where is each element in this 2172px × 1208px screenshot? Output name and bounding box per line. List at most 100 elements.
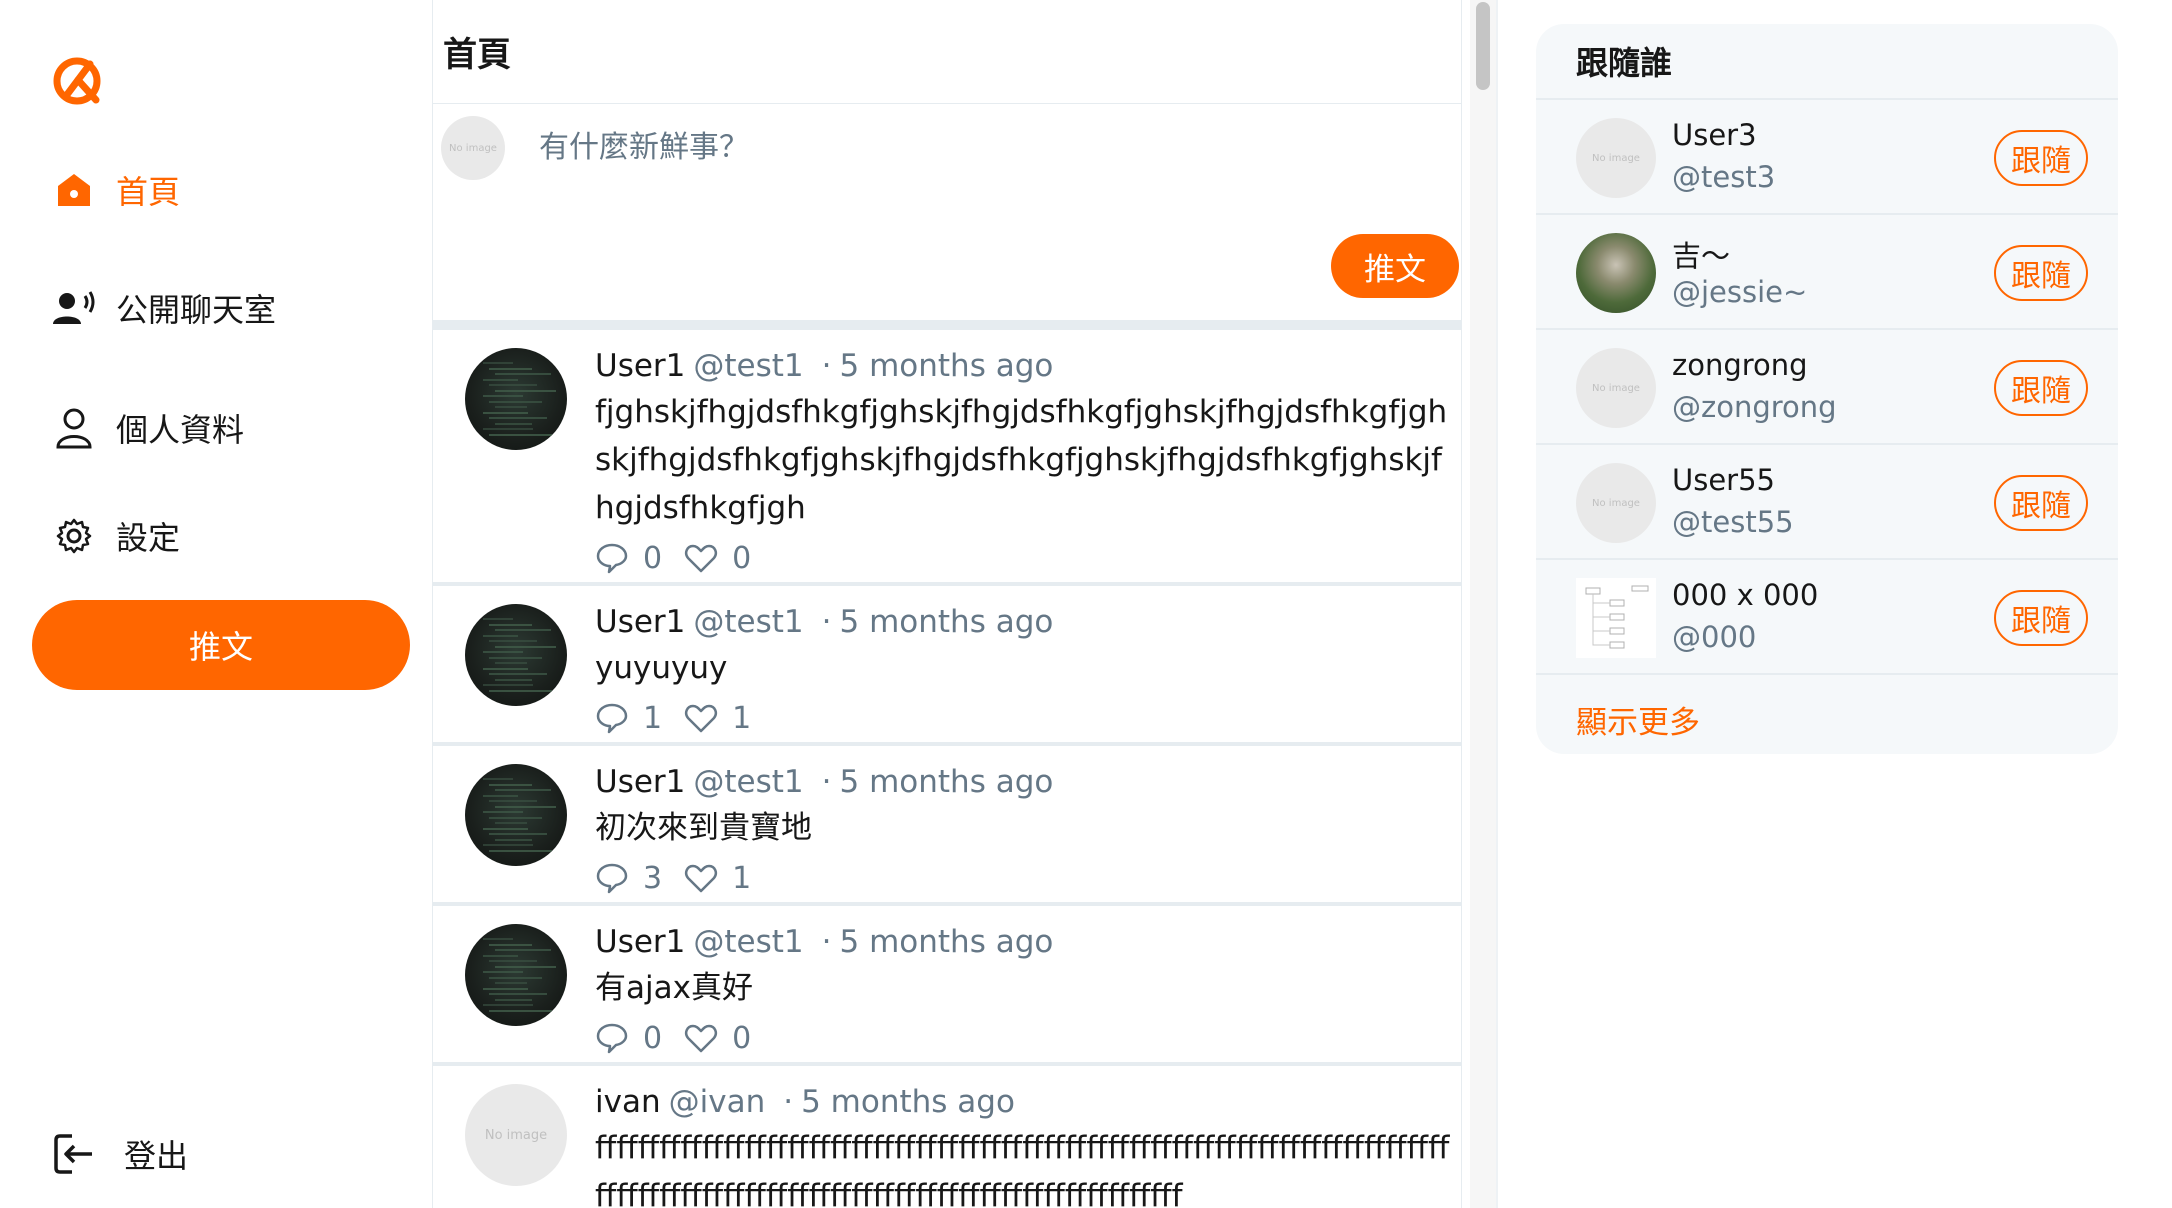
like-count: 0	[732, 1020, 752, 1056]
avatar-decoration	[483, 411, 528, 414]
tweet-item[interactable]: User1 @test1 · 5 months ago 有ajax真好 0 0	[433, 906, 1461, 1066]
follow-suggestion[interactable]: 吉～ @jessie~ 跟隨	[1536, 215, 2118, 330]
composer-input[interactable]	[539, 122, 1419, 172]
tweet-timestamp: 5 months ago	[839, 924, 1054, 960]
tweet-author-name[interactable]: User1	[595, 348, 685, 384]
suggestion-name[interactable]: 吉～	[1672, 233, 1730, 275]
logout-button[interactable]: 登出	[52, 1124, 188, 1184]
suggestion-name[interactable]: User3	[1672, 118, 1757, 152]
tweet-meta: User1 @test1 · 5 months ago	[595, 920, 1461, 964]
tweet-meta: User1 @test1 · 5 months ago	[595, 600, 1461, 644]
nav-item-public-chat[interactable]: 公開聊天室	[52, 278, 276, 338]
tweet-author-handle[interactable]: @test1	[693, 348, 803, 384]
like-button[interactable]: 0	[684, 1021, 751, 1056]
tweet-timestamp: 5 months ago	[839, 604, 1054, 640]
avatar-decoration	[495, 406, 527, 408]
suggestion-name[interactable]: zongrong	[1672, 348, 1808, 382]
page-title: 首頁	[443, 35, 511, 75]
tweet-item[interactable]: No image ivan @ivan · 5 months ago ffffffff…	[433, 1066, 1461, 1208]
main-header: 首頁	[433, 0, 1461, 104]
suggestion-avatar[interactable]	[1576, 578, 1656, 658]
avatar-decoration	[489, 816, 542, 819]
suggestion-avatar[interactable]: No image	[1576, 463, 1656, 543]
tweet-avatar[interactable]	[465, 604, 567, 706]
follow-suggestion[interactable]: No image User3 @test3 跟隨	[1536, 100, 2118, 215]
avatar-decoration	[489, 623, 532, 626]
avatar-decoration	[483, 362, 513, 364]
reply-button[interactable]: 1	[595, 701, 662, 736]
reply-button[interactable]: 3	[595, 861, 662, 896]
nav-label-public-chat: 公開聊天室	[116, 291, 277, 329]
suggestion-handle: @000	[1672, 620, 1757, 654]
nav-item-home[interactable]: 首頁	[52, 160, 180, 220]
tweet-meta-separator: ·	[783, 1084, 794, 1120]
composer-tweet-button[interactable]: 推文	[1331, 234, 1459, 298]
like-button[interactable]: 1	[684, 701, 751, 736]
tweet-timestamp: 5 months ago	[839, 764, 1054, 800]
tweet-author-name[interactable]: User1	[595, 604, 685, 640]
suggestion-handle: @jessie~	[1672, 275, 1808, 309]
tweet-actions: 1 1	[595, 696, 1461, 740]
follow-button[interactable]: 跟隨	[1994, 590, 2088, 646]
tweet-meta: User1 @test1 · 5 months ago	[595, 760, 1461, 804]
tweet-author-handle[interactable]: @test1	[693, 764, 803, 800]
reply-icon	[596, 1023, 628, 1054]
tweet-meta-separator: ·	[821, 764, 832, 800]
avatar-decoration	[489, 640, 537, 642]
tweet-author-handle[interactable]: @test1	[693, 604, 803, 640]
scrollbar-thumb[interactable]	[1476, 2, 1490, 90]
suggestion-avatar[interactable]: No image	[1576, 348, 1656, 428]
tweet-author-name[interactable]: User1	[595, 764, 685, 800]
follow-suggestion[interactable]: 000 x 000 @000 跟隨	[1536, 560, 2118, 675]
tweet-author-name[interactable]: User1	[595, 924, 685, 960]
follow-button[interactable]: 跟隨	[1994, 360, 2088, 416]
avatar-decoration	[489, 943, 532, 946]
heart-icon	[685, 864, 718, 893]
show-more-link[interactable]: 顯示更多	[1536, 697, 2118, 742]
nav-item-profile[interactable]: 個人資料	[52, 398, 244, 458]
tweet-author-name[interactable]: ivan	[595, 1084, 661, 1120]
tweet-avatar[interactable]	[465, 924, 567, 1026]
home-icon	[52, 168, 96, 212]
logo-icon[interactable]	[52, 56, 102, 106]
reply-button[interactable]: 0	[595, 1021, 662, 1056]
avatar-decoration	[495, 965, 556, 968]
avatar-decoration	[483, 395, 523, 397]
scrollbar-track[interactable]	[1470, 0, 1496, 1208]
follow-suggestion[interactable]: No image zongrong @zongrong 跟隨	[1536, 330, 2118, 445]
tweet-author-handle[interactable]: @test1	[693, 924, 803, 960]
reply-count: 0	[643, 1020, 663, 1056]
like-button[interactable]: 0	[684, 541, 751, 576]
like-count: 1	[732, 860, 752, 896]
avatar-decoration	[483, 1004, 533, 1006]
heart-icon	[685, 1024, 718, 1053]
suggestion-name[interactable]: User55	[1672, 463, 1775, 497]
suggestion-avatar[interactable]	[1576, 233, 1656, 313]
tweet-author-handle[interactable]: @ivan	[669, 1084, 766, 1120]
reply-count: 1	[643, 700, 663, 736]
follow-button[interactable]: 跟隨	[1994, 245, 2088, 301]
suggestion-avatar[interactable]: No image	[1576, 118, 1656, 198]
who-to-follow-title: 跟隨誰	[1536, 24, 2118, 100]
like-button[interactable]: 1	[684, 861, 751, 896]
tweet-timestamp: 5 months ago	[801, 1084, 1015, 1120]
follow-suggestion[interactable]: No image User55 @test55 跟隨	[1536, 445, 2118, 560]
avatar-decoration	[489, 367, 532, 370]
tweet-item[interactable]: User1 @test1 · 5 months ago 初次來到貴寶地 3 1	[433, 746, 1461, 906]
tweet-content: 初次來到貴寶地	[595, 810, 812, 846]
suggestion-name[interactable]: 000 x 000	[1672, 578, 1818, 612]
reply-count: 0	[643, 540, 663, 576]
tweet-meta-separator: ·	[821, 604, 832, 640]
avatar-decoration	[483, 844, 533, 846]
nav-item-settings[interactable]: 設定	[52, 506, 180, 566]
tweet-avatar[interactable]	[465, 764, 567, 866]
follow-button[interactable]: 跟隨	[1994, 475, 2088, 531]
reply-button[interactable]: 0	[595, 541, 662, 576]
tweet-item[interactable]: User1 @test1 · 5 months ago fjghskjfhgjdsfh…	[433, 330, 1461, 586]
heart-icon	[685, 704, 718, 733]
tweet-item[interactable]: User1 @test1 · 5 months ago yuyuyuy 1 1	[433, 586, 1461, 746]
sidebar-tweet-button[interactable]: 推文	[32, 600, 410, 690]
follow-button[interactable]: 跟隨	[1994, 130, 2088, 186]
tweet-avatar[interactable]	[465, 348, 567, 450]
tweet-avatar[interactable]: No image	[465, 1084, 567, 1186]
